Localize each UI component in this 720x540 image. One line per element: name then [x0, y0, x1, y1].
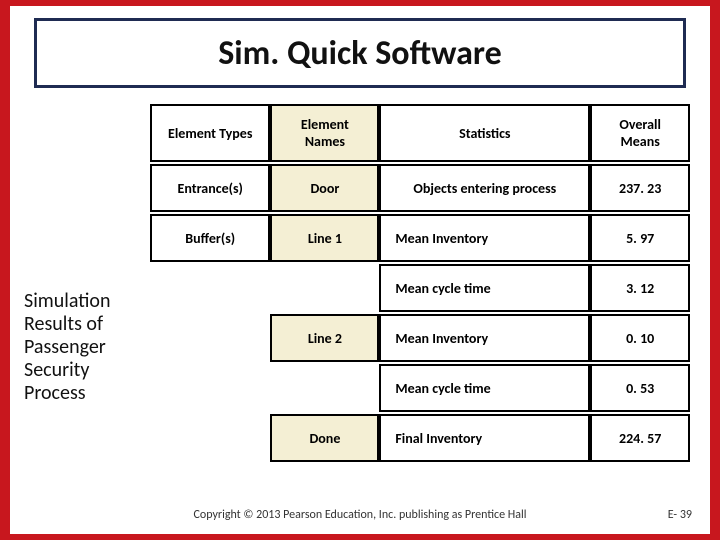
cell-mean: 5. 97 — [590, 214, 690, 262]
cell-name: Line 1 — [270, 214, 379, 262]
cell-type — [150, 314, 270, 362]
cell-mean: 0. 10 — [590, 314, 690, 362]
page: Sim. Quick Software Simulation Results o… — [10, 6, 710, 534]
cell-mean: 237. 23 — [590, 164, 690, 212]
side-caption: Simulation Results of Passenger Security… — [24, 290, 144, 405]
table-row: DoneFinal Inventory224. 57 — [150, 414, 690, 462]
table-row: Line 2Mean Inventory0. 10 — [150, 314, 690, 362]
cell-stat: Final Inventory — [379, 414, 590, 462]
results-table: Element Types Element Names Statistics O… — [150, 102, 690, 464]
page-number: E- 39 — [668, 508, 692, 522]
table-row: Buffer(s)Line 1Mean Inventory5. 97 — [150, 214, 690, 262]
title-box: Sim. Quick Software — [34, 18, 686, 88]
cell-type — [150, 414, 270, 462]
cell-stat: Mean Inventory — [379, 314, 590, 362]
page-title: Sim. Quick Software — [218, 33, 502, 74]
footer-copyright: Copyright © 2013 Pearson Education, Inc.… — [10, 508, 710, 522]
table-row: Entrance(s)DoorObjects entering process2… — [150, 164, 690, 212]
cell-mean: 224. 57 — [590, 414, 690, 462]
cell-type — [150, 264, 270, 312]
header-type: Element Types — [150, 104, 270, 162]
cell-stat: Mean Inventory — [379, 214, 590, 262]
table-row: Mean cycle time0. 53 — [150, 364, 690, 412]
cell-name — [270, 264, 379, 312]
cell-name: Line 2 — [270, 314, 379, 362]
header-mean: Overall Means — [590, 104, 690, 162]
cell-mean: 0. 53 — [590, 364, 690, 412]
cell-stat: Mean cycle time — [379, 364, 590, 412]
header-name: Element Names — [270, 104, 379, 162]
cell-mean: 3. 12 — [590, 264, 690, 312]
cell-stat: Objects entering process — [379, 164, 590, 212]
cell-name: Door — [270, 164, 379, 212]
cell-type — [150, 364, 270, 412]
cell-type: Entrance(s) — [150, 164, 270, 212]
cell-stat: Mean cycle time — [379, 264, 590, 312]
table-row: Mean cycle time3. 12 — [150, 264, 690, 312]
header-stat: Statistics — [379, 104, 590, 162]
cell-name — [270, 364, 379, 412]
cell-name: Done — [270, 414, 379, 462]
cell-type: Buffer(s) — [150, 214, 270, 262]
table-header-row: Element Types Element Names Statistics O… — [150, 104, 690, 162]
